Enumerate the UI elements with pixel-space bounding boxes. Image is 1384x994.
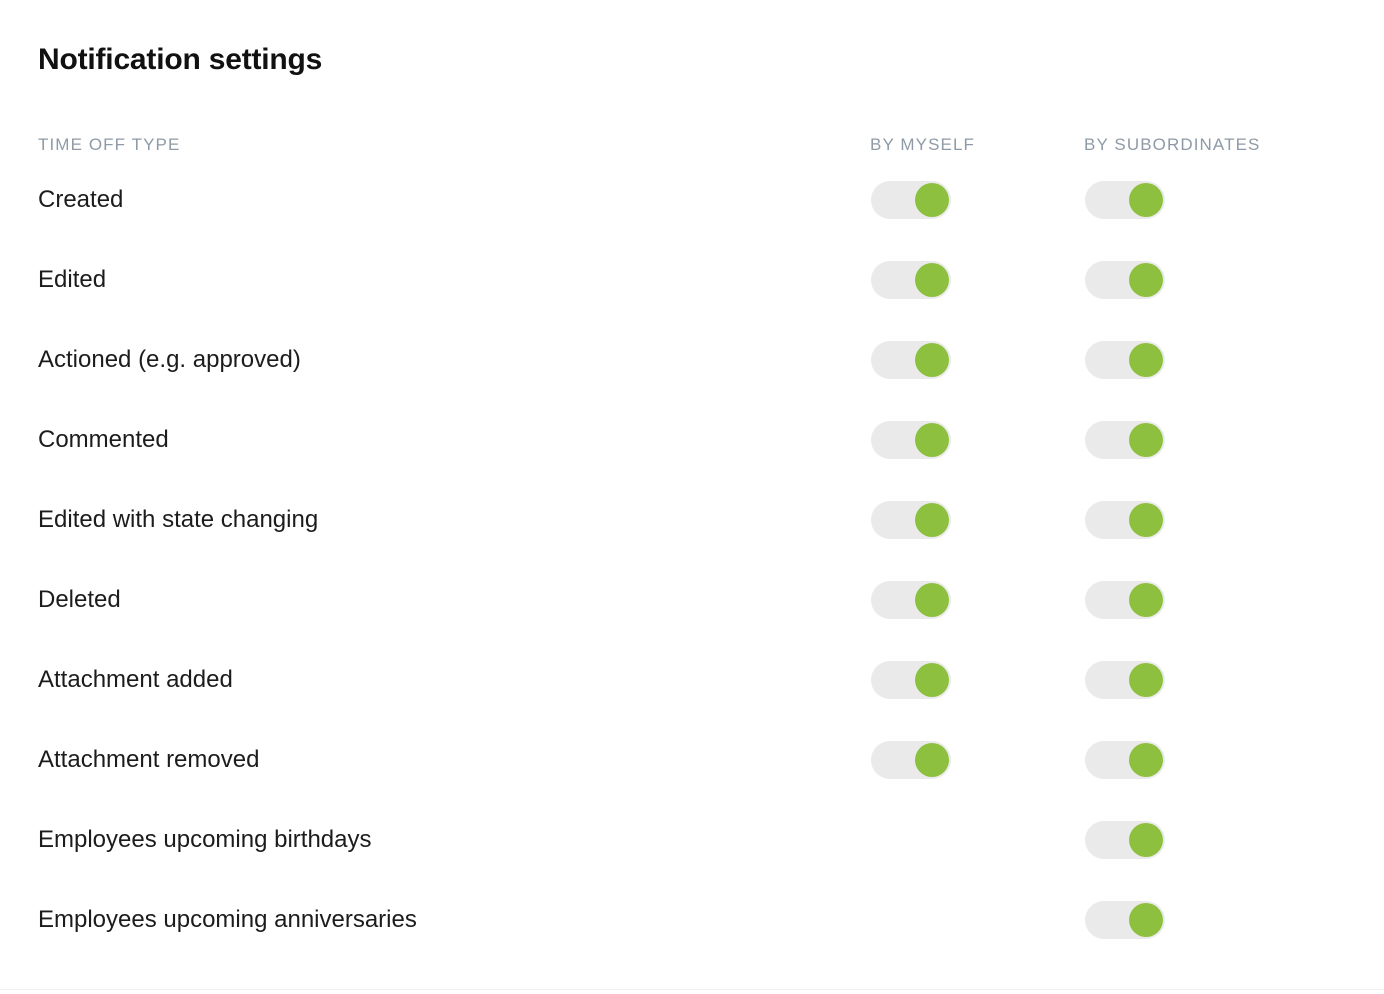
toggle-knob-icon xyxy=(1129,663,1163,697)
toggle-knob-icon xyxy=(1129,743,1163,777)
toggle-by-myself[interactable] xyxy=(871,661,951,699)
toggle-by-subordinates[interactable] xyxy=(1085,901,1165,939)
table-row: Edited with state changing xyxy=(0,480,1384,560)
toggle-knob-icon xyxy=(1129,583,1163,617)
toggle-by-subordinates[interactable] xyxy=(1085,421,1165,459)
row-label: Attachment added xyxy=(38,666,233,693)
toggle-knob-icon xyxy=(1129,263,1163,297)
table-row: Commented xyxy=(0,400,1384,480)
toggle-knob-icon xyxy=(915,423,949,457)
column-header-by-subordinates: BY SUBORDINATES xyxy=(1084,135,1261,154)
toggle-by-subordinates[interactable] xyxy=(1085,741,1165,779)
row-label: Attachment removed xyxy=(38,746,260,773)
toggle-by-subordinates[interactable] xyxy=(1085,181,1165,219)
toggle-by-subordinates[interactable] xyxy=(1085,661,1165,699)
table-row: Deleted xyxy=(0,560,1384,640)
toggle-knob-icon xyxy=(915,663,949,697)
toggle-knob-icon xyxy=(915,343,949,377)
column-header-time-off-type: TIME OFF TYPE xyxy=(38,135,181,154)
toggle-by-subordinates[interactable] xyxy=(1085,501,1165,539)
table-header-row: TIME OFF TYPE BY MYSELF BY SUBORDINATES xyxy=(0,134,1384,160)
table-row: Employees upcoming birthdays xyxy=(0,800,1384,880)
toggle-knob-icon xyxy=(1129,343,1163,377)
row-label: Actioned (e.g. approved) xyxy=(38,346,301,373)
toggle-knob-icon xyxy=(1129,503,1163,537)
toggle-by-myself[interactable] xyxy=(871,341,951,379)
row-label: Employees upcoming anniversaries xyxy=(38,906,417,933)
toggle-by-subordinates[interactable] xyxy=(1085,821,1165,859)
toggle-by-subordinates[interactable] xyxy=(1085,341,1165,379)
toggle-knob-icon xyxy=(915,503,949,537)
row-label: Deleted xyxy=(38,586,121,613)
table-row: Attachment added xyxy=(0,640,1384,720)
toggle-knob-icon xyxy=(1129,183,1163,217)
toggle-by-myself[interactable] xyxy=(871,181,951,219)
toggle-knob-icon xyxy=(1129,903,1163,937)
row-label: Edited with state changing xyxy=(38,506,319,533)
table-row: Edited xyxy=(0,240,1384,320)
toggle-by-myself[interactable] xyxy=(871,421,951,459)
toggle-by-myself[interactable] xyxy=(871,741,951,779)
toggle-by-myself[interactable] xyxy=(871,261,951,299)
table-row: Created xyxy=(0,160,1384,240)
toggle-by-myself[interactable] xyxy=(871,501,951,539)
toggle-knob-icon xyxy=(915,743,949,777)
table-row: Actioned (e.g. approved) xyxy=(0,320,1384,400)
toggle-knob-icon xyxy=(915,263,949,297)
toggle-by-myself-empty xyxy=(871,821,951,859)
toggle-by-myself-empty xyxy=(871,901,951,939)
toggle-knob-icon xyxy=(1129,823,1163,857)
toggle-knob-icon xyxy=(915,183,949,217)
row-label: Edited xyxy=(38,266,107,293)
column-header-by-myself: BY MYSELF xyxy=(870,135,976,154)
row-label: Created xyxy=(38,186,124,213)
toggle-by-subordinates[interactable] xyxy=(1085,261,1165,299)
table-row: Employees upcoming anniversaries xyxy=(0,880,1384,960)
table-row: Attachment removed xyxy=(0,720,1384,800)
toggle-by-subordinates[interactable] xyxy=(1085,581,1165,619)
row-label: Employees upcoming birthdays xyxy=(38,826,372,853)
toggle-knob-icon xyxy=(1129,423,1163,457)
page-title: Notification settings xyxy=(38,43,323,77)
toggle-knob-icon xyxy=(915,583,949,617)
notification-settings-page: Notification settings TIME OFF TYPE BY M… xyxy=(0,0,1384,994)
bottom-divider xyxy=(0,989,1384,990)
toggle-by-myself[interactable] xyxy=(871,581,951,619)
row-label: Commented xyxy=(38,426,169,453)
notification-rows: Created Edited Actioned (e.g. approved) Com… xyxy=(0,160,1384,960)
